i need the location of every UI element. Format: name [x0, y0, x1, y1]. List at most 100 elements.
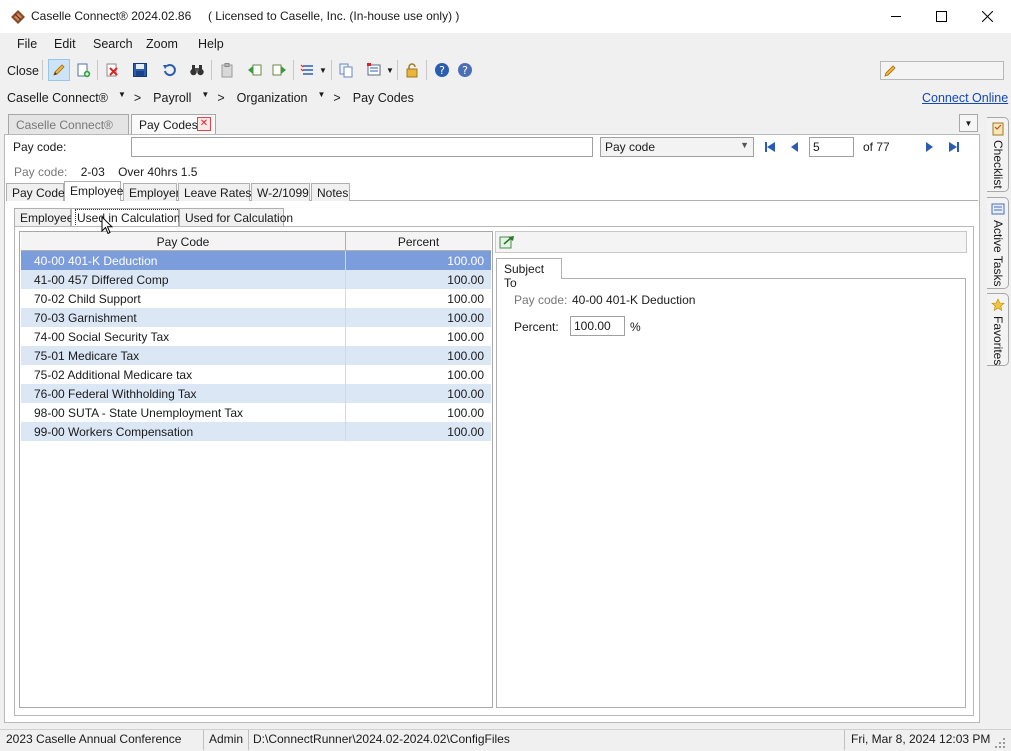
- export-icon[interactable]: [499, 235, 515, 249]
- first-record-button[interactable]: [762, 139, 778, 155]
- chevron-down-icon[interactable]: ▼: [118, 90, 126, 104]
- previous-step-button[interactable]: [244, 59, 266, 81]
- close-button[interactable]: Close: [7, 64, 39, 78]
- chevron-down-icon[interactable]: ▼: [386, 66, 394, 75]
- previous-record-button[interactable]: [787, 139, 803, 155]
- chevron-down-icon: ▼: [740, 140, 749, 150]
- cell-pay-code: 99-00 Workers Compensation: [21, 422, 346, 441]
- subtab-employee[interactable]: Employee: [14, 208, 73, 226]
- breadcrumb-pay-codes[interactable]: Pay Codes: [353, 91, 414, 105]
- detail-percent-label: Percent:: [514, 320, 559, 334]
- cell-pay-code: 41-00 457 Differed Comp: [21, 270, 346, 289]
- column-header-pay-code[interactable]: Pay Code: [21, 232, 346, 251]
- menu-help[interactable]: Help: [198, 37, 224, 51]
- last-record-button[interactable]: [946, 139, 962, 155]
- copy-button[interactable]: [335, 59, 357, 81]
- breadcrumb-payroll[interactable]: Payroll: [153, 91, 191, 105]
- subtab-used-for-calculation[interactable]: Used for Calculation: [179, 208, 293, 226]
- subject-to-panel: [496, 278, 966, 708]
- cell-pay-code: 98-00 SUTA - State Unemployment Tax: [21, 403, 346, 422]
- minimize-button[interactable]: [873, 0, 919, 33]
- tab-w2-1099[interactable]: W-2/1099: [251, 183, 310, 201]
- context-help-icon: ?: [458, 63, 472, 77]
- tab-pay-code[interactable]: Pay Code: [6, 183, 65, 201]
- breadcrumb-separator: >: [333, 91, 341, 105]
- chevron-down-icon[interactable]: ▼: [319, 66, 327, 75]
- menu-search[interactable]: Search: [93, 37, 133, 51]
- table-row[interactable]: 76-00 Federal Withholding Tax 100.00: [21, 384, 491, 403]
- tab-employer[interactable]: Employer: [123, 183, 180, 201]
- side-tab-checklist[interactable]: Checklist: [987, 117, 1009, 192]
- paycode-search-input[interactable]: [131, 137, 593, 157]
- maximize-icon: [935, 11, 947, 22]
- chevron-down-icon[interactable]: ▼: [201, 90, 209, 104]
- sort-by-select[interactable]: Pay code ▼: [600, 137, 754, 157]
- table-row[interactable]: 70-03 Garnishment 100.00: [21, 308, 491, 327]
- paste-button[interactable]: [216, 59, 238, 81]
- checklist-icon: [992, 122, 1004, 136]
- lock-icon: [406, 63, 418, 78]
- next-step-button[interactable]: [268, 59, 290, 81]
- toolbar-separator: [211, 60, 212, 80]
- new-document-icon: [77, 63, 91, 78]
- clipboard-icon: [221, 63, 233, 78]
- tab-list-dropdown[interactable]: ▼: [959, 114, 978, 132]
- status-path: D:\ConnectRunner\2024.02-2024.02\ConfigF…: [253, 732, 510, 746]
- find-button[interactable]: [186, 59, 208, 81]
- column-header-percent[interactable]: Percent: [346, 232, 491, 251]
- subtab-used-in-calculations-label: Used in Calculations: [74, 209, 189, 227]
- table-row[interactable]: 70-02 Child Support 100.00: [21, 289, 491, 308]
- breadcrumb-organization[interactable]: Organization: [237, 91, 308, 105]
- tab-employee[interactable]: Employee: [64, 181, 123, 201]
- tab-leave-rates[interactable]: Leave Rates: [178, 183, 251, 201]
- table-row[interactable]: 75-01 Medicare Tax 100.00: [21, 346, 491, 365]
- doc-tab-home[interactable]: Caselle Connect®: [8, 114, 129, 134]
- list-options-button[interactable]: [297, 59, 319, 81]
- table-row[interactable]: 99-00 Workers Compensation 100.00: [21, 422, 491, 441]
- menu-zoom[interactable]: Zoom: [146, 37, 178, 51]
- new-record-button[interactable]: [72, 59, 94, 81]
- resize-grip-icon[interactable]: [994, 737, 1006, 749]
- help-button[interactable]: ?: [431, 59, 453, 81]
- breadcrumb-home[interactable]: Caselle Connect®: [7, 91, 108, 105]
- subtab-used-in-calculations[interactable]: Used in Calculations: [71, 208, 189, 227]
- toolbar-separator: [293, 60, 294, 80]
- percent-input[interactable]: 100.00: [570, 316, 625, 336]
- toolbar: [0, 57, 1011, 85]
- table-row[interactable]: 75-02 Additional Medicare tax 100.00: [21, 365, 491, 384]
- side-tab-favorites[interactable]: Favorites: [987, 293, 1009, 366]
- tab-subject-to[interactable]: Subject To: [496, 258, 562, 290]
- lock-button[interactable]: [401, 59, 423, 81]
- table-row[interactable]: 74-00 Social Security Tax 100.00: [21, 327, 491, 346]
- side-tab-active-tasks[interactable]: Active Tasks: [987, 197, 1009, 289]
- cell-percent: 100.00: [447, 273, 484, 287]
- cell-percent: 100.00: [447, 387, 484, 401]
- menu-file[interactable]: File: [17, 37, 37, 51]
- star-icon: [991, 298, 1005, 312]
- menu-edit[interactable]: Edit: [54, 37, 76, 51]
- close-window-button[interactable]: [964, 0, 1010, 33]
- table-row[interactable]: 40-00 401-K Deduction 100.00: [21, 251, 491, 270]
- maximize-button[interactable]: [918, 0, 964, 33]
- tab-notes[interactable]: Notes: [311, 183, 350, 201]
- undo-icon: [163, 64, 176, 77]
- delete-button[interactable]: [101, 59, 123, 81]
- status-conference: 2023 Caselle Annual Conference: [6, 732, 182, 746]
- delete-icon: [106, 63, 118, 77]
- table-row[interactable]: 98-00 SUTA - State Unemployment Tax 100.…: [21, 403, 491, 422]
- connect-online-link[interactable]: Connect Online: [922, 91, 1008, 105]
- status-separator: [844, 730, 845, 750]
- view-options-button[interactable]: [363, 59, 385, 81]
- record-number-input[interactable]: 5: [809, 137, 854, 157]
- table-row[interactable]: 41-00 457 Differed Comp 100.00: [21, 270, 491, 289]
- tasks-icon: [991, 203, 1005, 215]
- chevron-down-icon[interactable]: ▼: [318, 90, 326, 104]
- next-record-button[interactable]: [921, 139, 937, 155]
- context-help-button[interactable]: ?: [454, 59, 476, 81]
- edit-button[interactable]: [48, 59, 70, 81]
- save-button[interactable]: [129, 59, 151, 81]
- undo-button[interactable]: [158, 59, 180, 81]
- close-tab-icon[interactable]: ✕: [197, 117, 211, 131]
- notes-input[interactable]: [880, 61, 1004, 80]
- pencil-icon: [53, 64, 65, 76]
